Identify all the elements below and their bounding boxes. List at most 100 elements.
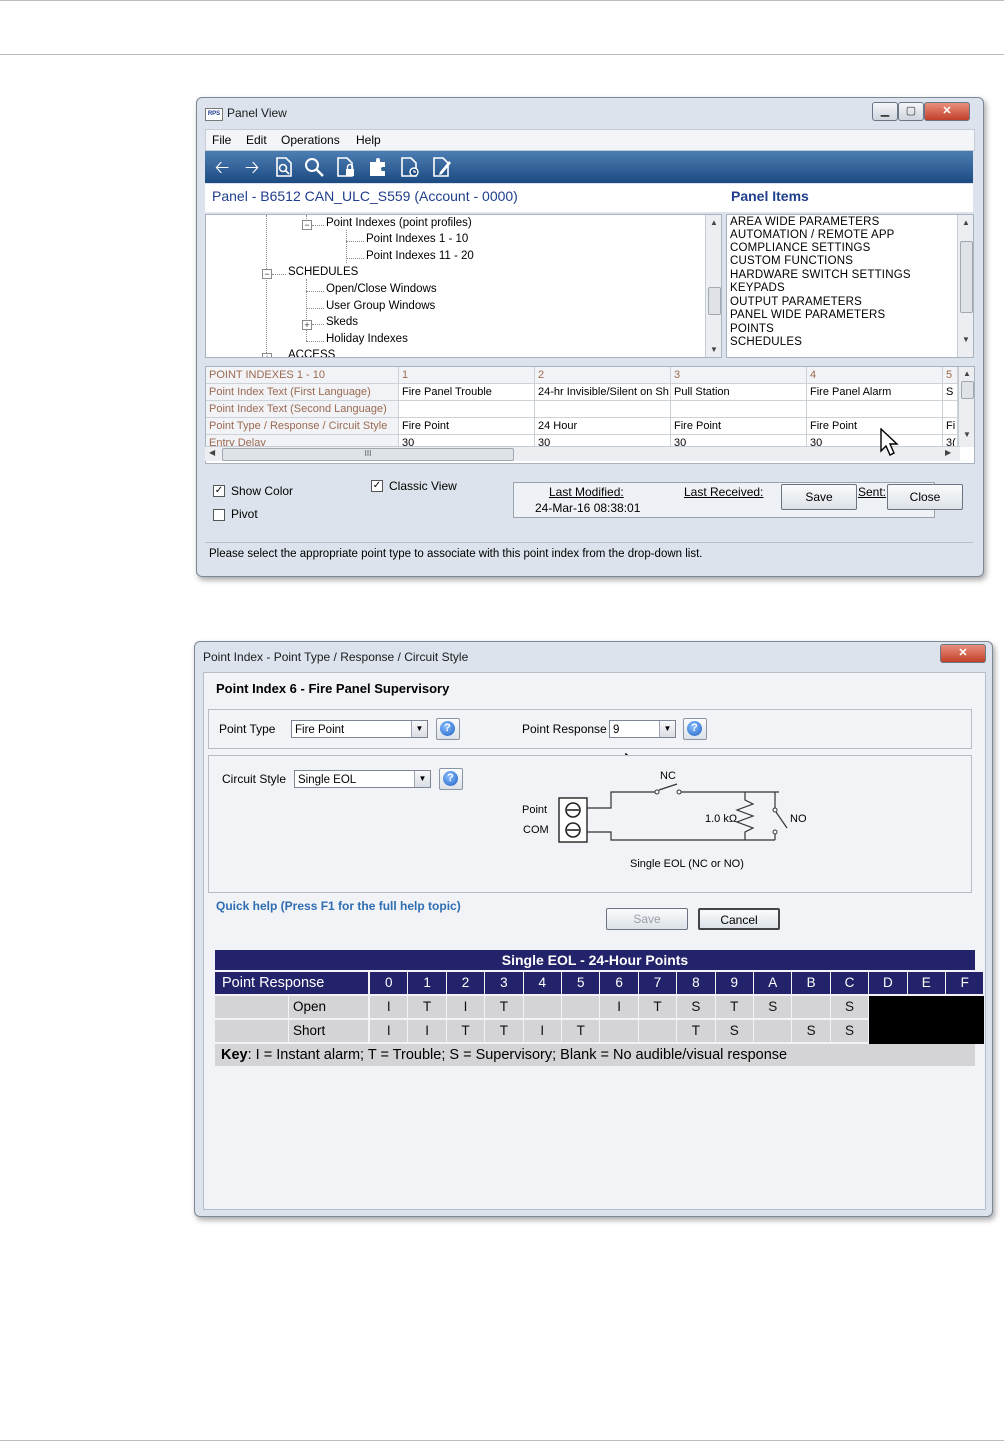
table-column-header: 1 [408, 972, 446, 994]
tree-scrollbar[interactable]: ▲ ▼ [705, 215, 721, 357]
grid-cell[interactable]: Fi [943, 418, 958, 435]
list-item[interactable]: HARDWARE SWITCH SETTINGS [730, 269, 911, 281]
grid-vscrollbar[interactable]: ▲ ▼ [958, 367, 974, 447]
search-icon[interactable] [303, 156, 325, 178]
chevron-down-icon[interactable]: ▼ [659, 721, 675, 737]
table-cell: T [677, 1020, 715, 1042]
tree-item-holiday-indexes[interactable]: Holiday Indexes [326, 333, 408, 345]
show-color-checkbox[interactable]: ✓ [213, 485, 225, 497]
resistor-label: 1.0 kΩ [705, 813, 738, 825]
scroll-left-icon[interactable]: ◀ [209, 448, 215, 457]
forward-arrow-icon[interactable]: 🡢 [241, 156, 263, 178]
grid-cell[interactable]: S [943, 384, 958, 401]
expand-icon[interactable]: + [302, 320, 312, 330]
save-button[interactable]: Save [606, 908, 688, 930]
menu-operations[interactable]: Operations [281, 133, 340, 147]
scroll-down-icon[interactable]: ▼ [962, 335, 970, 344]
collapse-icon[interactable]: − [302, 220, 312, 230]
grid-cell[interactable]: Fire Panel Trouble [399, 384, 535, 401]
grid-cell[interactable]: Pull Station [671, 384, 807, 401]
show-color-label: Show Color [231, 484, 294, 498]
grid-cell[interactable] [943, 401, 958, 418]
tree-item-schedules[interactable]: SCHEDULES [288, 266, 358, 278]
point-type-select[interactable]: Fire Point ▼ [291, 720, 428, 738]
panel-view-window: RPS Panel View ▁ ▢ ✕ File Edit Operation… [196, 97, 984, 577]
tree-item-access[interactable]: ACCESS [288, 349, 335, 357]
scroll-thumb[interactable] [960, 241, 973, 313]
scroll-thumb[interactable] [708, 287, 721, 315]
list-item[interactable]: OUTPUT PARAMETERS [730, 296, 862, 308]
scroll-up-icon[interactable]: ▲ [962, 218, 970, 227]
tree-item-point-indexes-11-20[interactable]: Point Indexes 11 - 20 [366, 250, 474, 262]
expand-icon[interactable]: + [262, 353, 272, 357]
tree-item-point-indexes[interactable]: Point Indexes (point profiles) [326, 217, 472, 229]
grid-cell[interactable]: Fire Panel Alarm [807, 384, 943, 401]
close-button[interactable]: Close [887, 484, 963, 510]
list-item[interactable]: PANEL WIDE PARAMETERS [730, 309, 885, 321]
classic-view-checkbox[interactable]: ✓ [371, 480, 383, 492]
grid-cell[interactable] [671, 401, 807, 418]
tree-guide-line [312, 225, 324, 226]
maximize-button[interactable]: ▢ [898, 102, 924, 121]
key-text: : I = Instant alarm; T = Trouble; S = Su… [247, 1047, 788, 1063]
grid-hscrollbar[interactable]: ◀ III ▶ [205, 446, 960, 461]
scroll-up-icon[interactable]: ▲ [710, 218, 718, 227]
back-arrow-icon[interactable]: 🡠 [211, 156, 233, 178]
table-cell: S [754, 996, 792, 1018]
pivot-checkbox[interactable] [213, 509, 225, 521]
table-cell: T [485, 1020, 523, 1042]
tree-item-point-indexes-1-10[interactable]: Point Indexes 1 - 10 [366, 233, 468, 245]
grid-cell[interactable] [535, 401, 671, 418]
grid-cell[interactable]: 24 Hour [535, 418, 671, 435]
point-response-help-button[interactable]: ? [683, 718, 707, 740]
chevron-down-icon[interactable]: ▼ [411, 721, 427, 737]
grid-cell[interactable]: 24-hr Invisible/Silent on Sh [535, 384, 671, 401]
dialog-heading: Point Index 6 - Fire Panel Supervisory [216, 681, 450, 696]
scroll-down-icon[interactable]: ▼ [710, 345, 718, 354]
menu-help[interactable]: Help [356, 133, 381, 147]
list-item[interactable]: SCHEDULES [730, 336, 802, 348]
grid-cell[interactable]: Fire Point [807, 418, 943, 435]
table-cell [600, 1020, 638, 1042]
close-dialog-button[interactable]: ✕ [940, 644, 986, 663]
cancel-button[interactable]: Cancel [698, 908, 780, 930]
chevron-down-icon[interactable]: ▼ [414, 771, 430, 787]
list-item[interactable]: AUTOMATION / REMOTE APP [730, 229, 895, 241]
items-scrollbar[interactable]: ▲ ▼ [957, 215, 973, 357]
grid-cell[interactable]: Fire Point [671, 418, 807, 435]
minimize-button[interactable]: ▁ [872, 102, 898, 121]
row-spacer [215, 996, 288, 1018]
schedule-document-icon[interactable] [399, 156, 421, 178]
menu-file[interactable]: File [212, 133, 231, 147]
list-item[interactable]: AREA WIDE PARAMETERS [730, 216, 879, 228]
grid-cell[interactable] [807, 401, 943, 418]
point-type-help-button[interactable]: ? [436, 718, 460, 740]
tree-item-skeds[interactable]: Skeds [326, 316, 358, 328]
scroll-up-icon[interactable]: ▲ [963, 369, 971, 378]
collapse-icon[interactable]: − [262, 269, 272, 279]
menu-edit[interactable]: Edit [246, 133, 267, 147]
find-document-icon[interactable] [273, 156, 295, 178]
scroll-right-icon[interactable]: ▶ [945, 448, 951, 457]
edit-document-icon[interactable] [431, 156, 453, 178]
grid-cell[interactable] [399, 401, 535, 418]
close-window-button[interactable]: ✕ [924, 102, 970, 121]
scroll-thumb[interactable] [961, 381, 974, 399]
list-item[interactable]: POINTS [730, 323, 774, 335]
circuit-style-help-button[interactable]: ? [439, 768, 463, 790]
list-item[interactable]: KEYPADS [730, 282, 785, 294]
tree-item-open-close-windows[interactable]: Open/Close Windows [326, 283, 437, 295]
list-item[interactable]: CUSTOM FUNCTIONS [730, 255, 853, 267]
connect-puzzle-icon[interactable] [367, 156, 389, 178]
point-response-select[interactable]: 9 ▼ [609, 720, 676, 738]
locked-document-icon[interactable] [335, 156, 357, 178]
grid-header: POINT INDEXES 1 - 10 [206, 367, 399, 384]
save-button[interactable]: Save [781, 484, 857, 510]
scroll-down-icon[interactable]: ▼ [963, 430, 971, 439]
quick-help-link[interactable]: Quick help (Press F1 for the full help t… [216, 899, 461, 913]
tree-item-user-group-windows[interactable]: User Group Windows [326, 300, 435, 312]
circuit-style-select[interactable]: Single EOL ▼ [294, 770, 431, 788]
grid-cell[interactable]: Fire Point [399, 418, 535, 435]
list-item[interactable]: COMPLIANCE SETTINGS [730, 242, 871, 254]
scroll-thumb[interactable]: III [222, 448, 514, 461]
